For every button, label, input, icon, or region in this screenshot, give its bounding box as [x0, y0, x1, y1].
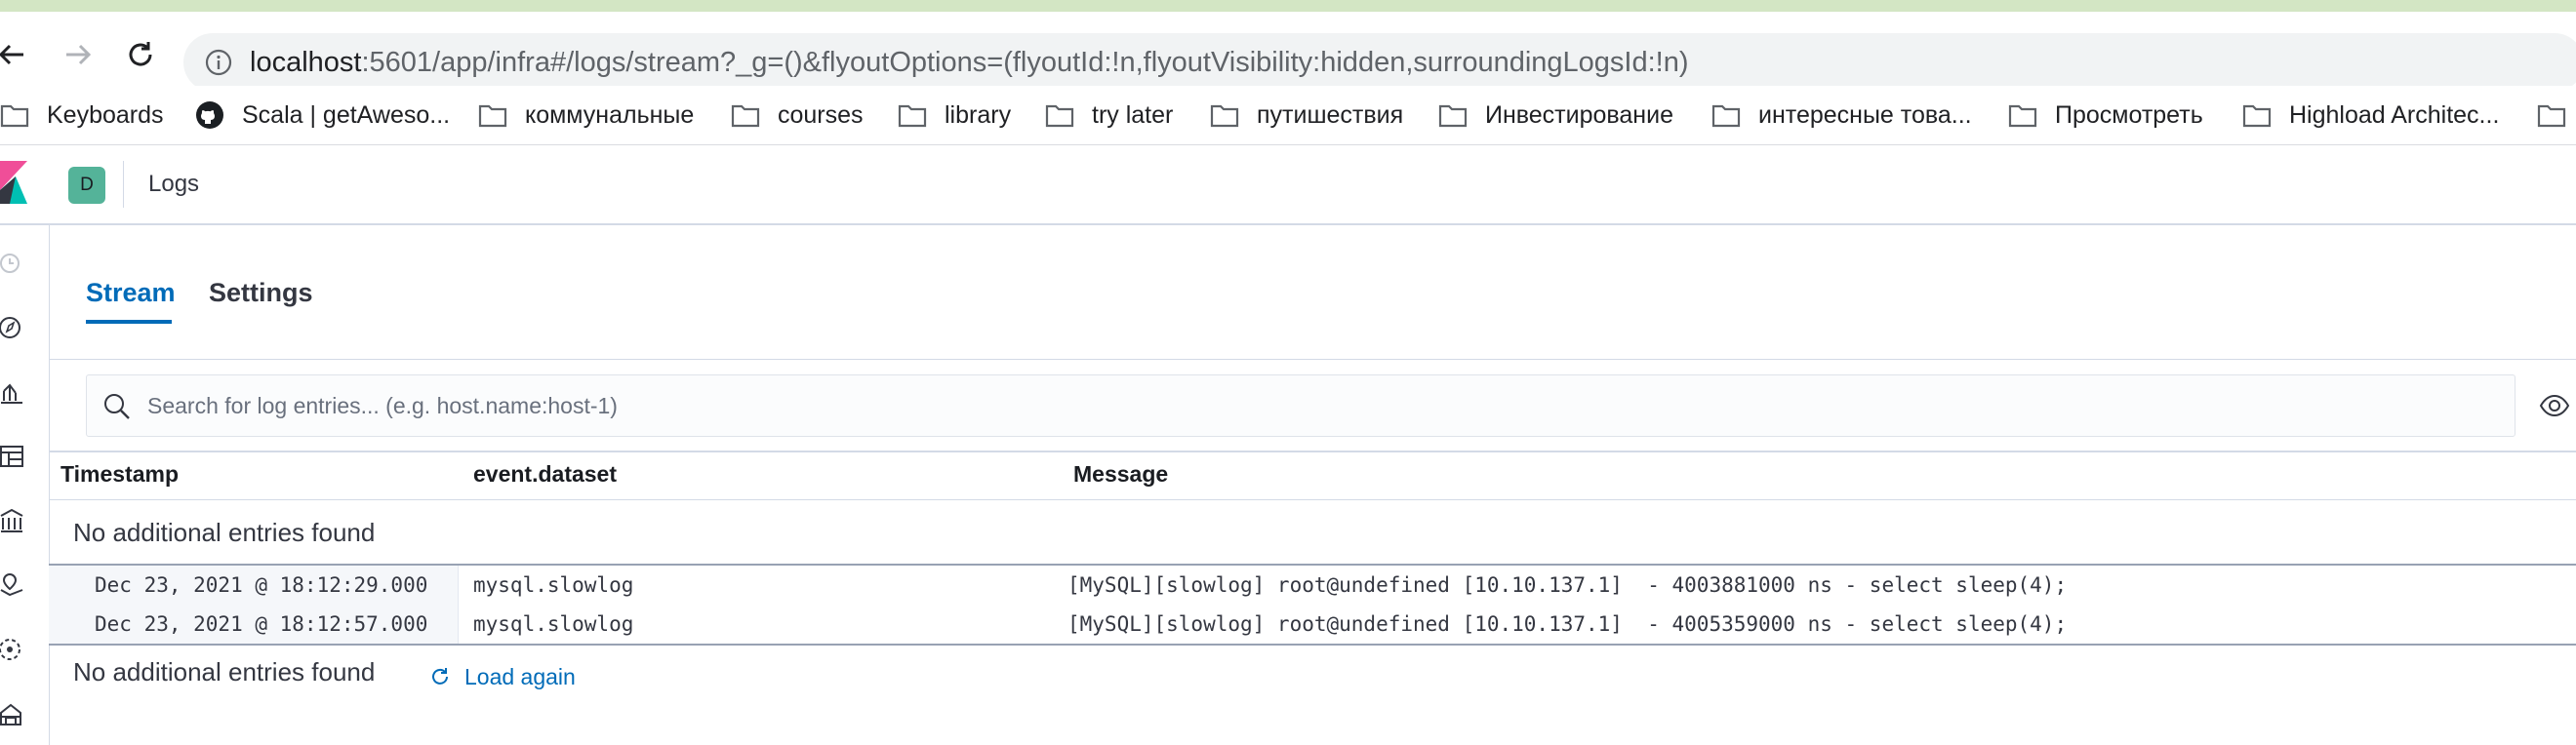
bookmark-label: коммунальные [525, 100, 695, 129]
folder-icon [478, 104, 507, 128]
folder-icon [898, 104, 927, 128]
log-timestamp: Dec 23, 2021 @ 18:12:29.000 [95, 573, 428, 597]
bookmark-label: Инвестирование [1485, 100, 1673, 129]
search-input[interactable] [147, 375, 2489, 436]
tab-stream[interactable]: Stream [86, 275, 176, 310]
bookmark-try-later[interactable]: try later [1045, 96, 1173, 135]
column-header-divider [49, 499, 2576, 500]
no-entries-notice-top: No additional entries found [73, 518, 376, 547]
github-icon [196, 101, 223, 129]
folder-icon [1711, 104, 1741, 128]
bookmark-label: путишествия [1257, 100, 1404, 129]
bookmark-label: Просмотреть [2055, 100, 2203, 129]
compass-icon[interactable] [0, 315, 25, 340]
log-message: [MySQL][slowlog] root@undefined [10.10.1… [1067, 573, 2068, 597]
bookmark-prosmotret[interactable]: Просмотреть [2008, 96, 2203, 135]
arrow-right-icon [66, 44, 92, 65]
bookmark-label: courses [778, 100, 864, 129]
folder-icon [1045, 104, 1074, 128]
bookmark-label: интересные това... [1758, 100, 1972, 129]
log-timestamp: Dec 23, 2021 @ 18:12:57.000 [95, 612, 428, 636]
bookmark-scala[interactable]: Scala | getAweso... [195, 96, 450, 135]
forward-button[interactable] [59, 35, 98, 74]
infrastructure-icon[interactable] [0, 701, 25, 726]
kibana-logo-icon[interactable] [0, 161, 27, 204]
bookmark-investirovanie[interactable]: Инвестирование [1438, 96, 1673, 135]
tabs-divider [49, 359, 2576, 360]
log-dataset: mysql.slowlog [473, 573, 634, 597]
column-header-dataset: event.dataset [473, 461, 618, 487]
site-info-icon[interactable] [205, 49, 232, 76]
url-text[interactable]: localhost:5601/app/infra#/logs/stream?_g… [250, 33, 1689, 92]
eye-icon[interactable] [2539, 392, 2570, 419]
load-again-button[interactable]: Load again [429, 657, 576, 696]
bookmark-courses[interactable]: courses [731, 96, 864, 135]
bookmarks-bar: Keyboards Scala | getAweso... коммунальн… [0, 86, 2576, 145]
bookmark-kommunalnye[interactable]: коммунальные [478, 96, 694, 135]
dashboard-icon[interactable] [0, 444, 25, 469]
tab-settings[interactable]: Settings [209, 275, 313, 310]
column-header-message: Message [1073, 461, 1169, 487]
window-top-strip [0, 0, 2576, 12]
header-divider [123, 161, 124, 208]
log-row[interactable]: Dec 23, 2021 @ 18:12:29.000 mysql.slowlo… [49, 566, 2576, 605]
bookmark-interesnye-tovary[interactable]: интересные това... [1711, 96, 1972, 135]
chart-icon[interactable] [0, 379, 25, 405]
folder-icon [1210, 104, 1239, 128]
log-message: [MySQL][slowlog] root@undefined [10.10.1… [1067, 612, 2068, 636]
browser-toolbar: localhost:5601/app/infra#/logs/stream?_g… [0, 12, 2576, 92]
reload-button[interactable] [121, 35, 160, 74]
log-search-bar[interactable] [86, 374, 2516, 437]
folder-icon [0, 104, 29, 128]
bookmark-keyboards[interactable]: Keyboards [0, 96, 164, 135]
folder-icon [2242, 104, 2272, 128]
ml-icon[interactable] [0, 637, 25, 662]
space-avatar[interactable]: D [68, 167, 105, 204]
search-icon [104, 394, 130, 419]
url-path: :5601/app/infra#/logs/stream?_g=()&flyou… [361, 47, 1689, 78]
breadcrumb[interactable]: Logs [148, 163, 199, 206]
folder-icon [731, 104, 760, 128]
refresh-icon [432, 668, 448, 685]
canvas-icon[interactable] [0, 508, 25, 533]
bookmark-label: Scala | getAweso... [242, 100, 451, 129]
reload-icon [129, 42, 152, 66]
bookmark-puteshestviya[interactable]: путишествия [1210, 96, 1403, 135]
back-button[interactable] [0, 35, 31, 74]
maps-icon[interactable] [0, 572, 25, 598]
no-entries-notice-bottom: No additional entries found [73, 657, 376, 686]
address-bar[interactable]: localhost:5601/app/infra#/logs/stream?_g… [183, 33, 2576, 92]
folder-icon [2537, 104, 2566, 128]
bookmarks-overflow-folder[interactable] [2537, 96, 2576, 135]
log-rows-bottom-border [49, 644, 2576, 646]
folder-icon [1438, 104, 1468, 128]
bookmark-label: try later [1092, 100, 1174, 129]
log-row[interactable]: Dec 23, 2021 @ 18:12:57.000 mysql.slowlo… [49, 605, 2576, 644]
bookmark-label: library [945, 100, 1012, 129]
log-grid-top-border [49, 451, 2576, 452]
column-header-timestamp: Timestamp [60, 461, 180, 487]
arrow-left-icon [0, 44, 23, 65]
load-again-label: Load again [464, 663, 576, 689]
log-dataset: mysql.slowlog [473, 612, 634, 636]
kibana-header: D Logs [0, 145, 2576, 225]
bookmark-label: Highload Architec... [2289, 100, 2500, 129]
folder-icon [2008, 104, 2037, 128]
bookmark-label: Keyboards [47, 100, 164, 129]
bookmark-highload[interactable]: Highload Architec... [2242, 96, 2499, 135]
bookmark-library[interactable]: library [898, 96, 1011, 135]
url-host: localhost [250, 47, 362, 78]
tab-active-indicator [86, 320, 172, 324]
side-nav [0, 225, 50, 745]
clock-icon[interactable] [0, 251, 25, 276]
